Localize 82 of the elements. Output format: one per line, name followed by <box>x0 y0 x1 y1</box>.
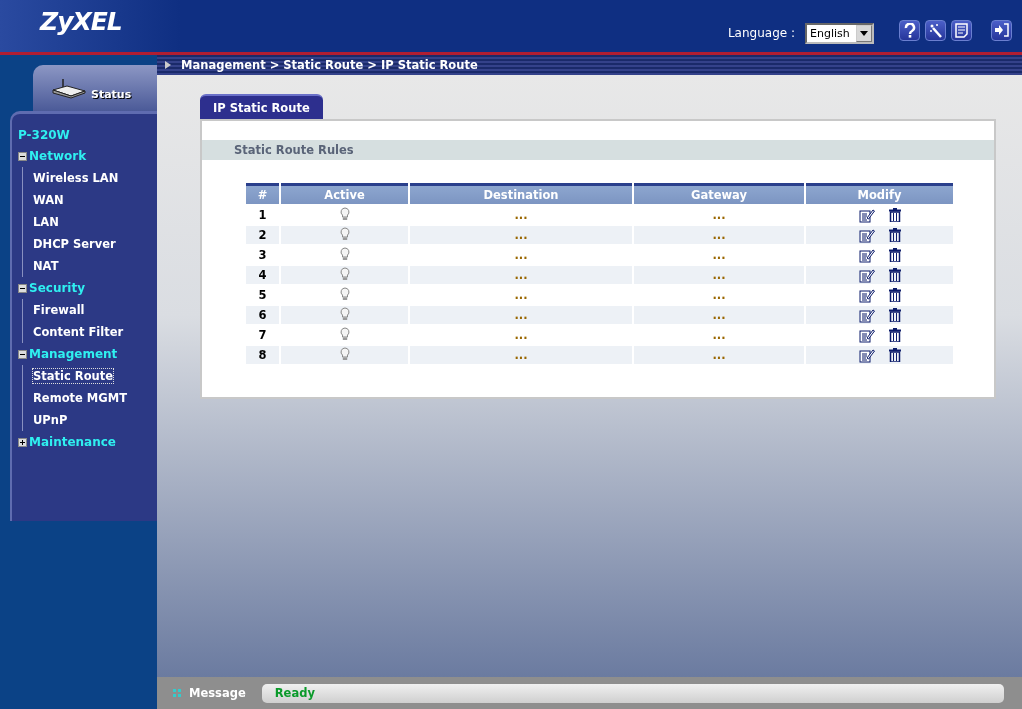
trash-icon[interactable] <box>888 247 901 263</box>
destination-value: ... <box>514 208 528 222</box>
destination-value: ... <box>514 248 528 262</box>
row-number: 2 <box>258 228 267 242</box>
message-label: Message <box>189 686 246 700</box>
menu-item[interactable]: UPnP <box>33 413 68 427</box>
edit-icon[interactable] <box>858 347 875 363</box>
destination-value: ... <box>514 348 528 362</box>
edit-icon[interactable] <box>858 247 875 263</box>
language-label: Language : <box>727 26 795 40</box>
menu-item[interactable]: LAN <box>33 215 59 229</box>
language-select[interactable]: English <box>805 22 874 44</box>
column-header: Active <box>281 183 408 204</box>
row-number: 3 <box>258 248 267 262</box>
destination-value: ... <box>514 328 528 342</box>
column-header: # <box>246 183 279 204</box>
edit-icon[interactable] <box>858 227 875 243</box>
edit-icon[interactable] <box>858 267 875 283</box>
destination-value: ... <box>514 228 528 242</box>
trash-icon[interactable] <box>888 307 901 323</box>
trash-icon[interactable] <box>888 287 901 303</box>
menu-group[interactable]: Management <box>29 347 118 361</box>
row-number: 4 <box>258 268 267 282</box>
column-header: Modify <box>806 183 953 204</box>
caret-icon[interactable] <box>859 30 868 36</box>
destination-value: ... <box>514 268 528 282</box>
trash-icon[interactable] <box>888 227 901 243</box>
row-number: 5 <box>258 288 267 302</box>
collapse-icon[interactable] <box>18 151 27 161</box>
edit-icon[interactable] <box>858 307 875 323</box>
destination-value: ... <box>514 288 528 302</box>
row-number: 7 <box>258 328 267 342</box>
trash-icon[interactable] <box>888 207 901 223</box>
trash-icon[interactable] <box>888 327 901 343</box>
tab[interactable]: IP Static Route <box>200 94 323 119</box>
message-field: Ready <box>261 683 1004 703</box>
wizard-button[interactable] <box>925 19 946 41</box>
menu-item[interactable]: Wireless LAN <box>33 171 119 185</box>
row-number: 6 <box>258 308 267 322</box>
menu-item[interactable]: Remote MGMT <box>33 391 127 405</box>
collapse-icon[interactable] <box>18 283 27 293</box>
breadcrumb: Management > Static Route > IP Static Route <box>181 58 478 72</box>
column-header: Destination <box>410 183 632 204</box>
menu-item[interactable]: Content Filter <box>33 325 124 339</box>
gateway-value: ... <box>712 228 726 242</box>
status-label: Status <box>91 87 132 101</box>
menu-group[interactable]: Security <box>29 281 86 295</box>
collapse-icon[interactable] <box>18 349 27 359</box>
row-number: 1 <box>258 208 267 222</box>
column-header: Gateway <box>634 183 804 204</box>
menu-item[interactable]: DHCP Server <box>33 237 116 251</box>
gateway-value: ... <box>712 288 726 302</box>
logo: ZyXEL <box>40 6 122 36</box>
trash-icon[interactable] <box>888 347 901 363</box>
menu-item[interactable]: WAN <box>33 193 64 207</box>
edit-icon[interactable] <box>858 287 875 303</box>
menu-group[interactable]: Network <box>29 149 87 163</box>
menu-item[interactable]: NAT <box>33 259 59 273</box>
device-name: P-320W <box>18 128 71 144</box>
router-icon <box>51 77 87 99</box>
expand-icon[interactable] <box>18 437 27 447</box>
status-tab[interactable]: Status <box>33 65 157 111</box>
edit-icon[interactable] <box>858 327 875 343</box>
menu-item[interactable]: Firewall <box>33 303 85 317</box>
arrow-icon <box>165 61 171 69</box>
gateway-value: ... <box>712 348 726 362</box>
gateway-value: ... <box>712 208 726 222</box>
help-button[interactable] <box>899 19 920 41</box>
destination-value: ... <box>514 308 528 322</box>
menu-group[interactable]: Maintenance <box>29 435 116 449</box>
edit-icon[interactable] <box>858 207 875 223</box>
dots-icon <box>173 689 181 697</box>
logout-button[interactable] <box>991 19 1012 41</box>
gateway-value: ... <box>712 308 726 322</box>
section-title: Static Route Rules <box>202 140 994 160</box>
gateway-value: ... <box>712 268 726 282</box>
menu-item[interactable]: Static Route <box>33 369 114 383</box>
gateway-value: ... <box>712 248 726 262</box>
trash-icon[interactable] <box>888 267 901 283</box>
row-number: 8 <box>258 348 267 362</box>
notes-button[interactable] <box>951 19 972 41</box>
gateway-value: ... <box>712 328 726 342</box>
